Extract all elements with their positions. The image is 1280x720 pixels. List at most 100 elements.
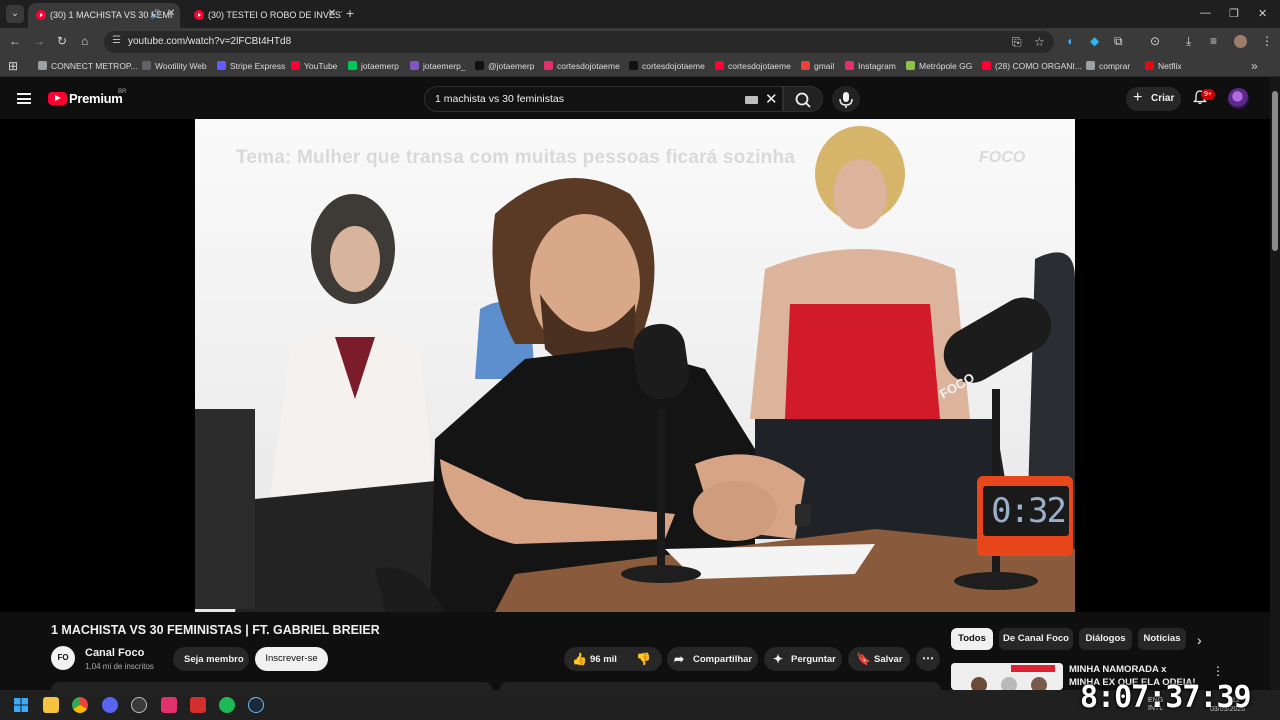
spotify-icon[interactable] — [219, 697, 235, 713]
guide-menu-icon[interactable] — [17, 93, 31, 104]
channel-name[interactable]: Canal Foco — [85, 647, 144, 659]
bookmark-item[interactable]: Netflix — [1145, 61, 1182, 71]
join-button[interactable]: Seja membro — [173, 647, 249, 671]
reading-list-icon[interactable]: ≡ — [1210, 34, 1217, 48]
apps-grid-icon[interactable]: ⊞ — [8, 59, 18, 73]
tab-close-icon[interactable]: ✕ — [167, 8, 175, 19]
tab-list-button[interactable]: ⌄ — [6, 5, 24, 23]
bookmark-label: Stripe Express — [230, 61, 286, 71]
new-tab-button[interactable]: + — [346, 6, 354, 20]
bookmark-label: (28) COMO ORGANI... — [995, 61, 1082, 71]
reload-icon[interactable]: ↻ — [57, 34, 67, 48]
forward-icon[interactable]: → — [33, 34, 45, 48]
chevron-right-icon[interactable]: › — [1197, 632, 1202, 648]
bookmark-item[interactable]: Metrópole GG — [906, 61, 972, 71]
bookmark-favicon-icon — [348, 61, 357, 70]
address-bar[interactable]: ☰ youtube.com/watch?v=2lFCBt4HTd8 ⎘ ☆ — [104, 31, 1054, 53]
tab-search-icon[interactable]: ⊙ — [1150, 34, 1160, 48]
search-input[interactable]: 1 machista vs 30 feministas ✕ — [424, 86, 783, 112]
app-a-icon[interactable] — [161, 697, 177, 713]
close-window-icon[interactable]: ✕ — [1258, 7, 1267, 20]
bookmark-item[interactable]: @jotaemerp — [475, 61, 534, 71]
bookmark-item[interactable]: CONNECT METROP... — [38, 61, 138, 71]
site-info-icon[interactable]: ☰ — [112, 35, 121, 46]
extension-audio-icon[interactable]: ◖ — [1066, 34, 1073, 48]
subscriber-count: 1,04 mi de inscritos — [85, 662, 154, 671]
tab-video-active[interactable]: (30) 1 MACHISTA VS 30 FEMI 🔊 ✕ — [28, 3, 180, 28]
recommendation-menu-icon[interactable]: ⋮ — [1212, 664, 1224, 678]
thumbs-up-icon[interactable]: 👍 — [572, 652, 587, 666]
search-button[interactable] — [783, 86, 823, 112]
bookmark-item[interactable]: cortesdojotaeme — [629, 61, 705, 71]
back-icon[interactable]: ← — [9, 34, 21, 48]
minimize-icon[interactable]: — — [1200, 7, 1211, 19]
save-button[interactable]: 🔖 Salvar — [848, 647, 910, 671]
keyboard-icon[interactable] — [745, 96, 758, 104]
bookmark-label: Wootility Web — [155, 61, 207, 71]
bookmark-item[interactable]: (28) COMO ORGANI... — [982, 61, 1082, 71]
youtube-favicon-icon — [194, 10, 204, 20]
comments-panel[interactable] — [500, 682, 941, 690]
bookmark-item[interactable]: cortesdojotaeme — [715, 61, 791, 71]
file-explorer-icon[interactable] — [43, 697, 59, 713]
description-panel[interactable] — [51, 682, 492, 690]
subscribe-button[interactable]: Inscrever-se — [255, 647, 328, 671]
bookmark-favicon-icon — [982, 61, 991, 70]
more-bookmarks-icon[interactable]: » — [1251, 59, 1258, 73]
discord-icon[interactable] — [102, 697, 118, 713]
filter-chip-dialogos[interactable]: Diálogos — [1079, 628, 1132, 650]
windows-start-icon[interactable] — [13, 697, 29, 713]
bookmark-item[interactable]: Wootility Web — [142, 61, 207, 71]
channel-avatar[interactable]: FO — [51, 646, 75, 670]
app-red-icon[interactable] — [190, 697, 206, 713]
debate-timer: 0:32 — [977, 476, 1073, 556]
like-count[interactable]: 96 mil — [590, 654, 617, 665]
profile-avatar[interactable] — [1234, 35, 1247, 48]
home-icon[interactable]: ⌂ — [81, 34, 88, 48]
filter-chip-noticias[interactable]: Notícias — [1138, 628, 1186, 650]
share-button[interactable]: ➦ Compartilhar — [667, 647, 758, 671]
bookmark-item[interactable]: comprar — [1086, 61, 1130, 71]
filter-chip-channel[interactable]: De Canal Foco — [999, 628, 1073, 650]
install-app-icon[interactable]: ⎘ — [1012, 35, 1022, 49]
tab-close-icon[interactable]: ✕ — [328, 8, 336, 19]
scrollbar-thumb[interactable] — [1272, 91, 1278, 251]
clear-search-icon[interactable]: ✕ — [765, 90, 778, 108]
more-actions-button[interactable]: ⋯ — [916, 647, 940, 671]
bookmark-item[interactable]: YouTube — [291, 61, 337, 71]
page-scrollbar[interactable] — [1270, 77, 1280, 690]
filter-chip-all[interactable]: Todos — [951, 628, 993, 650]
thumbs-down-icon[interactable]: 👎 — [636, 652, 651, 666]
chrome-icon[interactable] — [72, 697, 88, 713]
clock-app-icon[interactable] — [131, 697, 147, 713]
bookmark-item[interactable]: jotaemerp_ — [410, 61, 466, 71]
youtube-favicon-icon — [36, 10, 46, 20]
create-button[interactable]: + Criar — [1126, 87, 1181, 111]
bookmark-item[interactable]: Instagram — [845, 61, 896, 71]
menu-kebab-icon[interactable]: ⋮ — [1261, 34, 1273, 48]
maximize-icon[interactable]: ❐ — [1229, 7, 1239, 20]
youtube-logo-text[interactable]: Premium — [69, 91, 123, 106]
tab-video-2[interactable]: (30) TESTEI O ROBO DE INVEST ✕ — [186, 3, 342, 28]
bookmark-favicon-icon — [629, 61, 638, 70]
video-player[interactable]: FOCO Tema: Mulher que transa com muitas … — [195, 119, 1075, 612]
ask-button[interactable]: ✦ Perguntar — [764, 647, 842, 671]
youtube-logo-icon[interactable] — [48, 92, 67, 105]
bookmark-star-icon[interactable]: ☆ — [1034, 35, 1045, 49]
video-title: 1 MACHISTA VS 30 FEMINISTAS | FT. GABRIE… — [51, 623, 380, 637]
extension-blue-icon[interactable]: ◆ — [1090, 34, 1099, 48]
bookmark-favicon-icon — [1086, 61, 1095, 70]
bookmark-item[interactable]: cortesdojotaeme — [544, 61, 620, 71]
voice-search-button[interactable] — [832, 86, 860, 112]
audio-playing-icon[interactable]: 🔊 — [150, 9, 161, 20]
extensions-puzzle-icon[interactable]: ⧉ — [1114, 34, 1123, 48]
recommendation-thumbnail[interactable] — [951, 663, 1063, 690]
bookmark-item[interactable]: Stripe Express — [217, 61, 285, 71]
bookmark-favicon-icon — [142, 61, 151, 70]
bookmark-item[interactable]: jotaemerp — [348, 61, 399, 71]
account-avatar[interactable] — [1228, 88, 1249, 109]
bookmark-favicon-icon — [715, 61, 724, 70]
bookmark-item[interactable]: gmail — [801, 61, 834, 71]
steam-icon[interactable] — [248, 697, 264, 713]
downloads-icon[interactable]: ⤓ — [1186, 34, 1191, 48]
